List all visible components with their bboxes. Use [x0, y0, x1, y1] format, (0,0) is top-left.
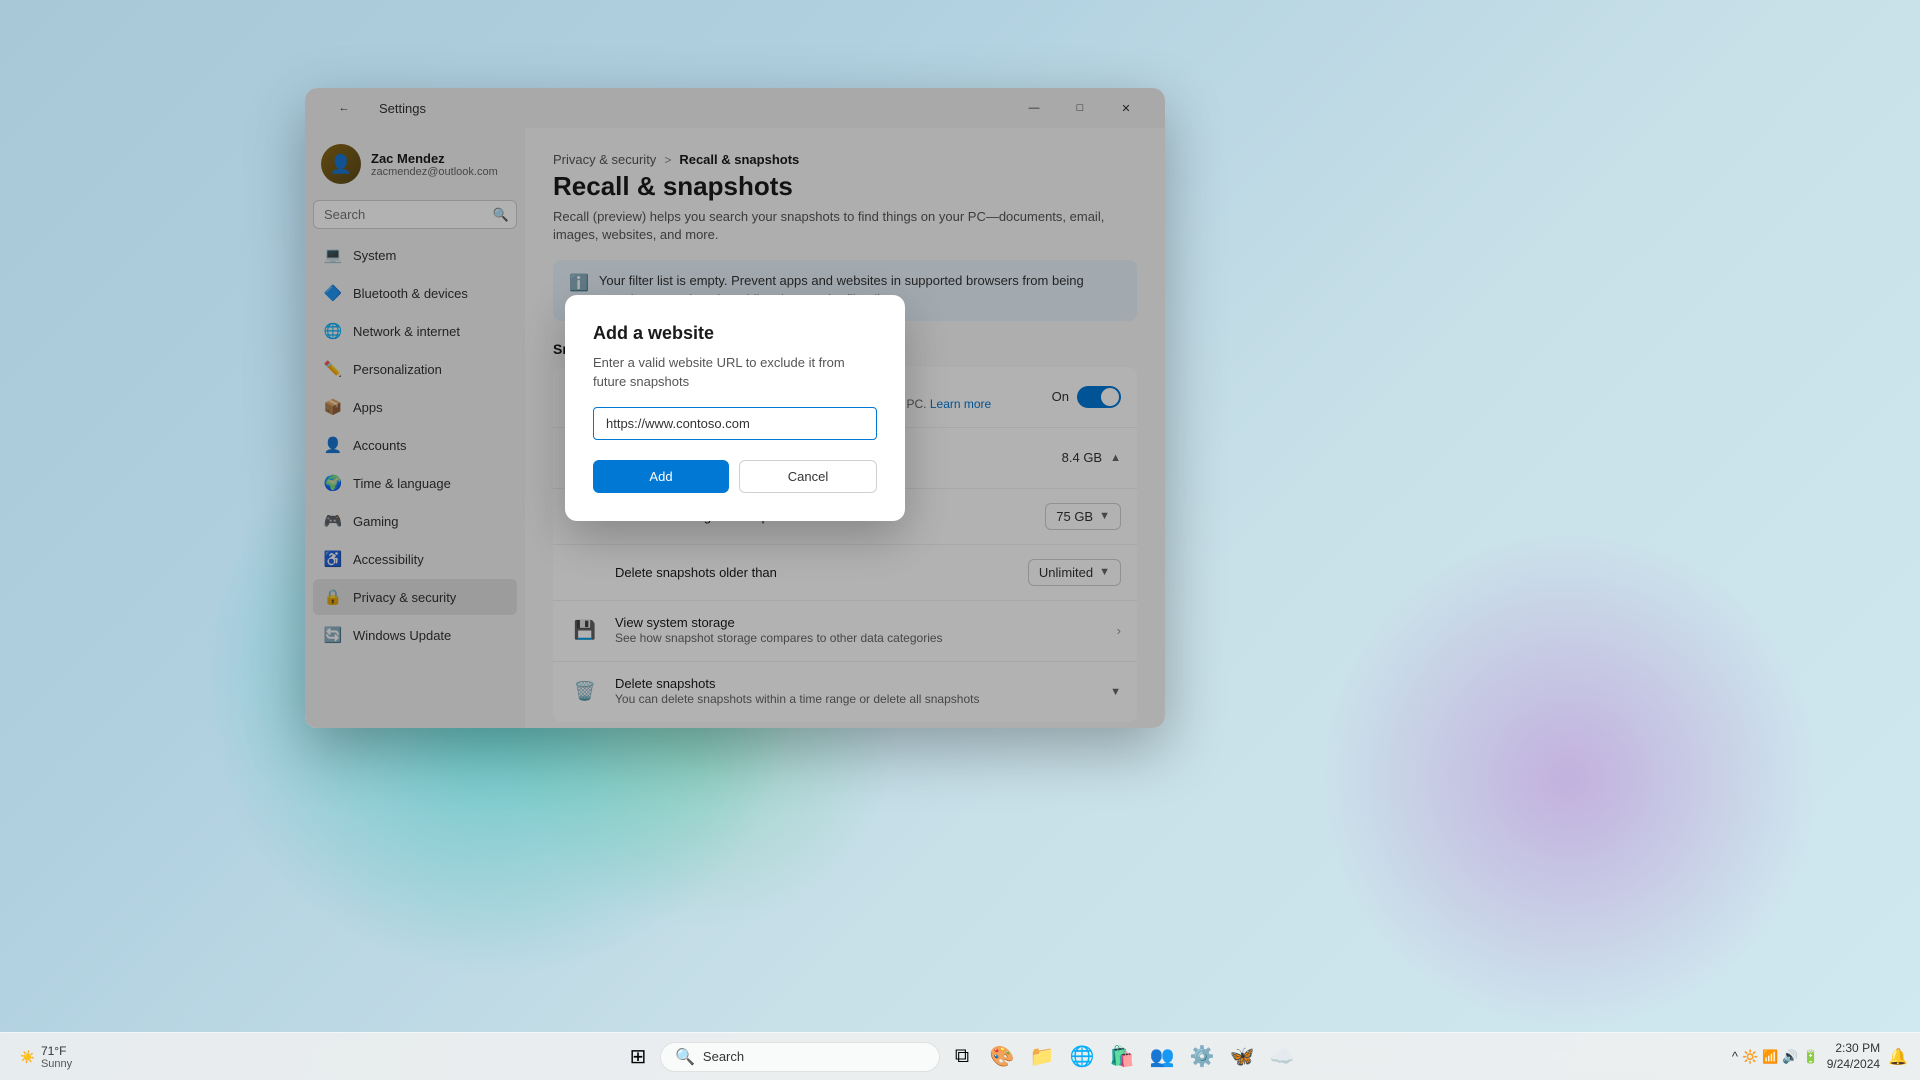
- taskbar-clock[interactable]: 2:30 PM 9/24/2024: [1827, 1041, 1880, 1072]
- start-button[interactable]: ⊞: [620, 1039, 656, 1075]
- taskbar-center: ⊞ 🔍 Search ⧉ 🎨 📁 🌐 🛍️ 👥 ⚙️ 🦋 ☁️: [620, 1039, 1300, 1075]
- taskbar-app-clipchamp[interactable]: 🦋: [1224, 1039, 1260, 1075]
- url-input[interactable]: [593, 407, 877, 440]
- taskbar-search-text: Search: [703, 1049, 744, 1064]
- notification-icon[interactable]: 🔔: [1888, 1047, 1908, 1067]
- cancel-button[interactable]: Cancel: [739, 460, 877, 493]
- taskbar-app-onedrive[interactable]: ☁️: [1264, 1039, 1300, 1075]
- taskbar: ☀️ 71°F Sunny ⊞ 🔍 Search ⧉ 🎨 📁 🌐 🛍️ 👥 ⚙️…: [0, 1032, 1920, 1080]
- taskbar-app-edge[interactable]: 🌐: [1064, 1039, 1100, 1075]
- tray-expand-icon[interactable]: ^: [1732, 1049, 1738, 1064]
- dialog-desc: Enter a valid website URL to exclude it …: [593, 354, 877, 390]
- dialog-overlay: Add a website Enter a valid website URL …: [305, 88, 1165, 728]
- windows-icon: ⊞: [630, 1044, 647, 1069]
- taskbar-app-settings[interactable]: ⚙️: [1184, 1039, 1220, 1075]
- settings-window: ← Settings — □ ✕ 👤 Zac Mendez zacmendez@…: [305, 88, 1165, 728]
- taskbar-app-paint[interactable]: 🎨: [984, 1039, 1020, 1075]
- taskbar-right: ^ 🔆 📶 🔊 🔋 2:30 PM 9/24/2024 🔔: [1732, 1041, 1908, 1072]
- weather-temp: 71°F: [41, 1044, 72, 1058]
- clock-date: 9/24/2024: [1827, 1057, 1880, 1073]
- taskbar-app-store[interactable]: 🛍️: [1104, 1039, 1140, 1075]
- add-button[interactable]: Add: [593, 460, 729, 493]
- taskbar-search-icon: 🔍: [675, 1047, 695, 1067]
- system-tray: ^ 🔆 📶 🔊 🔋: [1732, 1049, 1819, 1065]
- taskbar-app-teams[interactable]: 👥: [1144, 1039, 1180, 1075]
- task-view-button[interactable]: ⧉: [944, 1039, 980, 1075]
- weather-widget[interactable]: ☀️ 71°F Sunny: [12, 1040, 80, 1074]
- add-website-dialog: Add a website Enter a valid website URL …: [565, 295, 905, 520]
- brightness-icon[interactable]: 🔆: [1742, 1049, 1758, 1065]
- taskbar-app-files[interactable]: 📁: [1024, 1039, 1060, 1075]
- wifi-icon[interactable]: 📶: [1762, 1049, 1778, 1065]
- weather-info: 71°F Sunny: [41, 1044, 72, 1070]
- task-view-icon: ⧉: [955, 1045, 969, 1068]
- weather-icon: ☀️: [20, 1050, 35, 1064]
- weather-desc: Sunny: [41, 1058, 72, 1070]
- clock-time: 2:30 PM: [1827, 1041, 1880, 1057]
- dialog-title: Add a website: [593, 323, 877, 344]
- battery-icon[interactable]: 🔋: [1803, 1049, 1819, 1065]
- taskbar-search[interactable]: 🔍 Search: [660, 1042, 940, 1072]
- taskbar-left: ☀️ 71°F Sunny: [12, 1040, 80, 1074]
- dialog-buttons: Add Cancel: [593, 460, 877, 493]
- volume-icon[interactable]: 🔊: [1782, 1049, 1798, 1065]
